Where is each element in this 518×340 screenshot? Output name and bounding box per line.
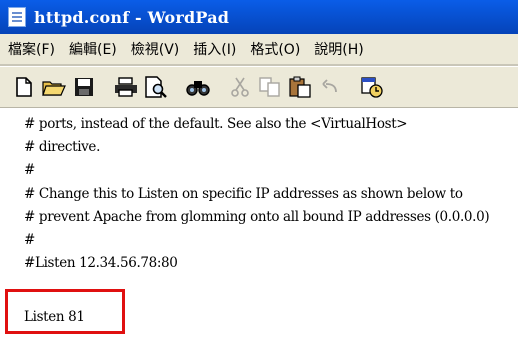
wordpad-document-icon — [8, 7, 26, 27]
print-icon[interactable] — [112, 73, 140, 101]
menu-help[interactable]: 說明(H) — [314, 39, 363, 59]
copy-icon[interactable] — [256, 73, 284, 101]
highlight-box — [5, 289, 125, 334]
save-icon[interactable] — [70, 73, 98, 101]
new-document-icon[interactable] — [10, 73, 38, 101]
insert-datetime-icon[interactable] — [358, 73, 386, 101]
cut-icon[interactable] — [226, 73, 254, 101]
menu-edit[interactable]: 編輯(E) — [69, 39, 117, 59]
menu-view[interactable]: 檢視(V) — [131, 39, 180, 59]
document-line: # ports, instead of the default. See als… — [24, 116, 408, 132]
document-line: # — [24, 232, 35, 248]
document-editor[interactable]: # ports, instead of the default. See als… — [0, 108, 518, 340]
document-line: # — [24, 162, 35, 178]
menu-file[interactable]: 檔案(F) — [8, 39, 55, 59]
undo-icon[interactable] — [316, 73, 344, 101]
print-preview-icon[interactable] — [142, 73, 170, 101]
menu-insert[interactable]: 插入(I) — [193, 39, 236, 59]
document-line: # Change this to Listen on specific IP a… — [24, 186, 463, 202]
title-bar[interactable]: httpd.conf - WordPad — [0, 0, 518, 34]
document-line: # prevent Apache from glomming onto all … — [24, 209, 490, 225]
toolbar — [0, 67, 518, 107]
paste-icon[interactable] — [286, 73, 314, 101]
window-title: httpd.conf - WordPad — [34, 7, 230, 27]
menu-bar: 檔案(F) 編輯(E) 檢視(V) 插入(I) 格式(O) 說明(H) — [0, 34, 518, 64]
document-line: #Listen 12.34.56.78:80 — [24, 255, 178, 271]
menu-format[interactable]: 格式(O) — [250, 39, 300, 59]
document-line: # directive. — [24, 139, 101, 155]
open-folder-icon[interactable] — [40, 73, 68, 101]
find-icon[interactable] — [184, 73, 212, 101]
